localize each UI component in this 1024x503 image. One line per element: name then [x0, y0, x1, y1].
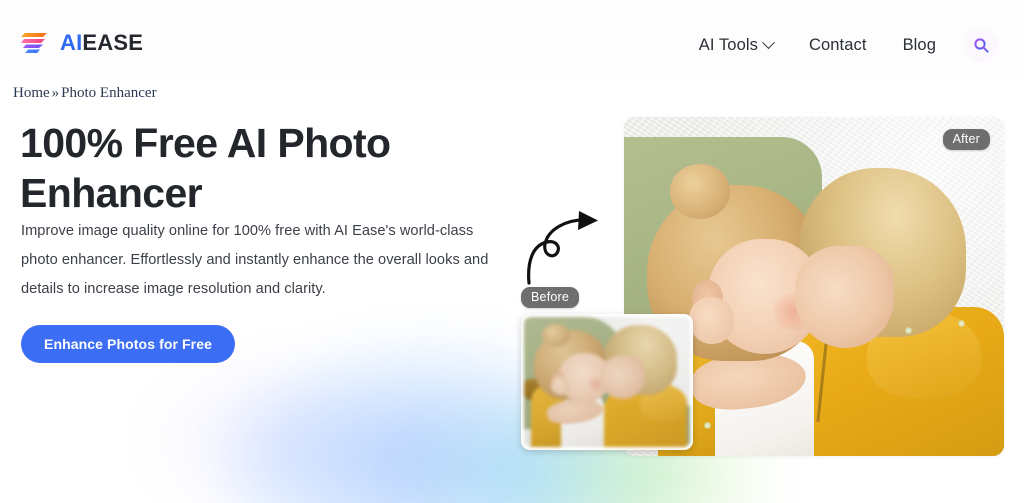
nav-label-blog: Blog [902, 35, 936, 54]
nav-item-contact[interactable]: Contact [791, 31, 885, 60]
main-navigation: AI Tools Contact Blog [681, 28, 998, 62]
photo-girl-hair-bun [542, 323, 571, 347]
site-header: AIEASE AI Tools Contact Blog [0, 0, 1024, 80]
nav-label-ai-tools: AI Tools [698, 35, 758, 54]
curved-arrow-icon [515, 203, 620, 288]
search-icon [973, 37, 989, 53]
nav-item-blog[interactable]: Blog [885, 31, 954, 60]
breadcrumb-current: Photo Enhancer [61, 85, 157, 101]
before-image[interactable] [521, 314, 693, 450]
before-photo-content [524, 317, 690, 447]
logo-text-ease: EASE [82, 30, 144, 55]
breadcrumb-link-home[interactable]: Home [13, 85, 50, 101]
photo-hand [550, 376, 571, 395]
logo-wordmark: AIEASE [60, 32, 143, 54]
photo-hand [688, 296, 735, 345]
enhance-photos-button[interactable]: Enhance Photos for Free [21, 325, 235, 363]
hero-description: Improve image quality online for 100% fr… [21, 223, 489, 297]
photo-floral-detail [703, 422, 711, 430]
breadcrumb: Home» Photo Enhancer [13, 85, 157, 102]
photo-boy-face [795, 245, 894, 348]
nav-item-ai-tools[interactable]: AI Tools [681, 31, 791, 60]
background-gradient-lavender [150, 360, 410, 503]
logo-text-ai: AI [60, 30, 83, 55]
site-logo[interactable]: AIEASE [21, 30, 143, 56]
nav-label-contact: Contact [808, 35, 867, 54]
photo-girl-hair-bun [669, 164, 731, 219]
page-root: AIEASE AI Tools Contact Blog Home » Phot… [0, 0, 1024, 503]
page-title: 100% Free AI Photo Enhancer [20, 120, 391, 216]
chevron-down-icon [762, 35, 775, 49]
before-badge: Before [521, 287, 580, 308]
breadcrumb-separator: » [51, 85, 60, 101]
photo-boy-face [600, 356, 646, 399]
search-button[interactable] [964, 28, 998, 62]
ai-ease-gradient-logo-icon [21, 30, 51, 56]
after-badge: After [942, 129, 990, 150]
